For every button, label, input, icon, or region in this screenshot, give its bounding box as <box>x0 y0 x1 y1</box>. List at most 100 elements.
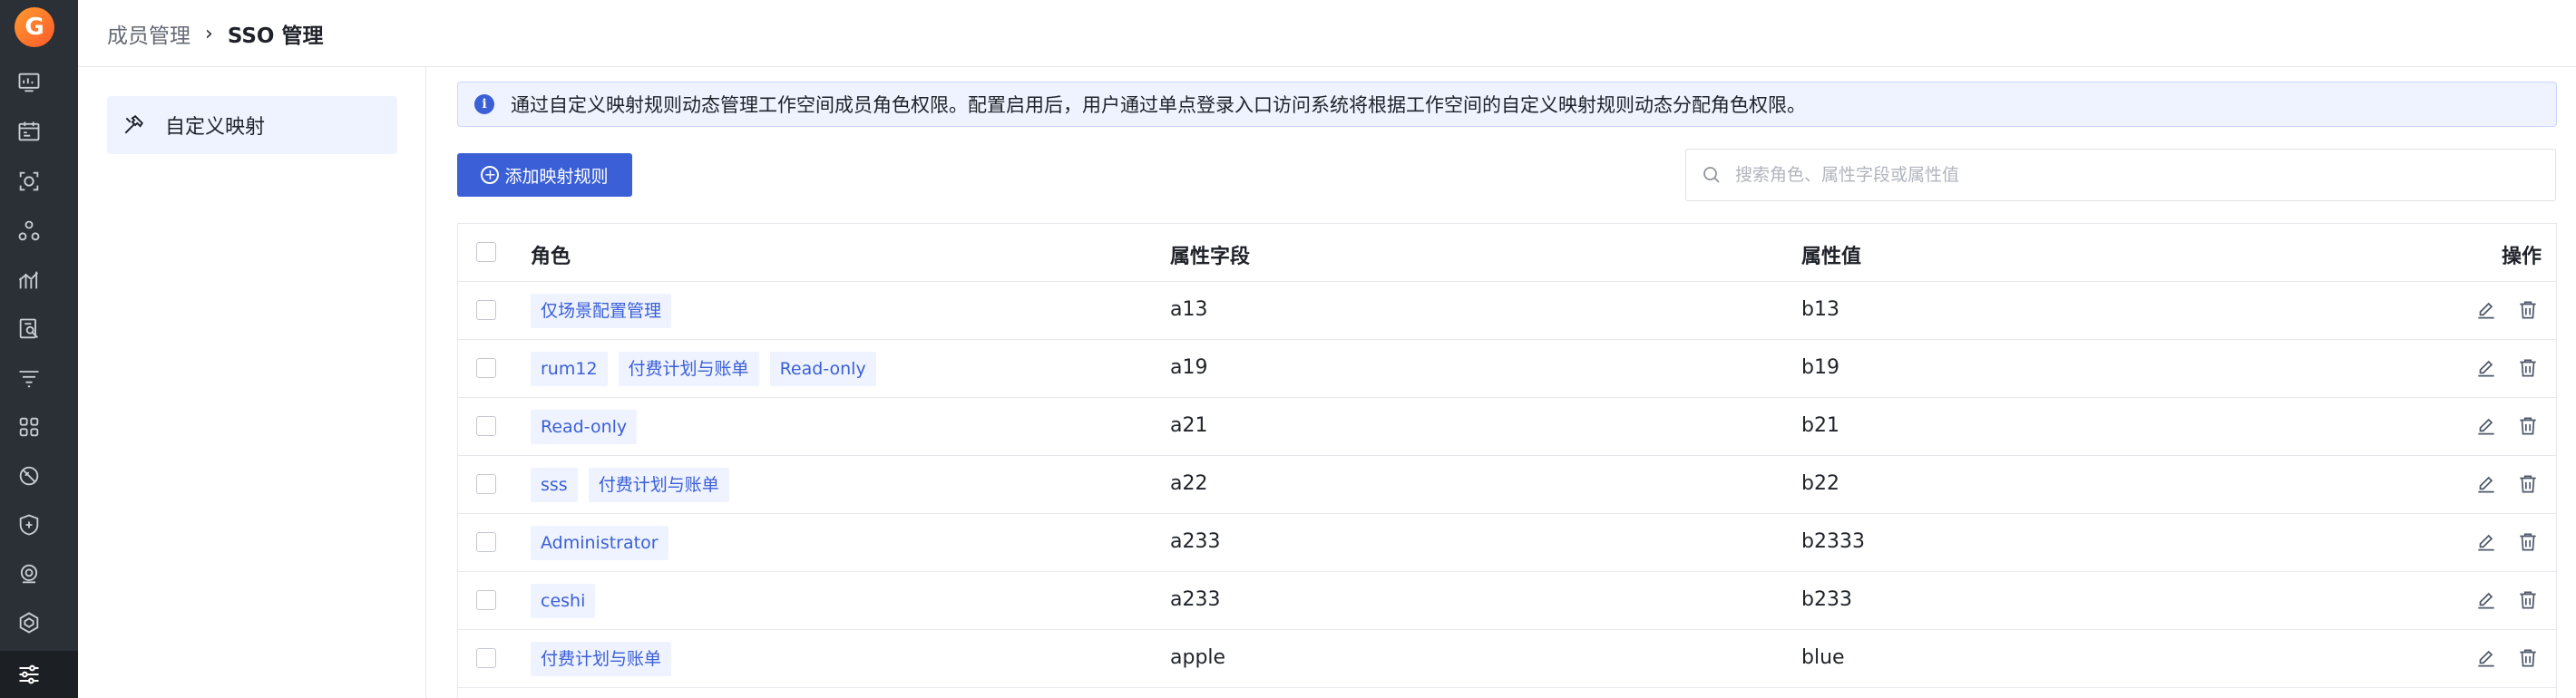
hammer-icon <box>124 114 144 134</box>
delete-icon[interactable] <box>2514 528 2542 556</box>
dashboard-icon[interactable] <box>15 69 43 96</box>
monitor-icon[interactable] <box>15 560 43 587</box>
attribute-field-cell: a21 <box>1170 414 1208 437</box>
table-row: rum12 付费计划与账单 Read-only a19 b19 <box>458 340 2556 398</box>
row-actions <box>2458 528 2542 556</box>
sub-navigation: 自定义映射 <box>78 67 426 698</box>
attribute-field-cell: apple <box>1170 646 1226 669</box>
cluster-icon[interactable] <box>15 218 43 245</box>
edit-icon[interactable] <box>2473 412 2500 440</box>
left-rail: G <box>0 0 78 698</box>
chart-icon[interactable] <box>15 267 43 294</box>
row-checkbox[interactable] <box>476 532 496 552</box>
row-checkbox[interactable] <box>476 300 496 320</box>
delete-icon[interactable] <box>2514 645 2542 672</box>
calendar-icon[interactable] <box>15 118 43 145</box>
column-header-value[interactable]: 属性值 <box>1801 240 1861 269</box>
settings-sliders-icon[interactable] <box>15 661 43 688</box>
scan-icon[interactable] <box>15 168 43 195</box>
page-header: 成员管理 › SSO 管理 <box>78 0 2576 67</box>
search-icon <box>1703 167 1720 183</box>
delete-icon[interactable] <box>2514 354 2542 382</box>
subnav-item-custom-mapping[interactable]: 自定义映射 <box>107 96 397 154</box>
row-actions <box>2458 296 2542 324</box>
edit-icon[interactable] <box>2473 528 2500 556</box>
apps-grid-icon[interactable] <box>15 413 43 441</box>
attribute-value-cell: b13 <box>1801 298 1839 321</box>
role-tag: ceshi <box>531 584 596 618</box>
table-header: 角色 属性字段 属性值 操作 <box>458 224 2556 282</box>
row-checkbox[interactable] <box>476 648 496 668</box>
column-header-role[interactable]: 角色 <box>531 240 571 269</box>
edit-icon[interactable] <box>2473 645 2500 672</box>
attribute-value-cell: b19 <box>1801 356 1839 379</box>
add-mapping-rule-button[interactable]: + 添加映射规则 <box>457 153 632 197</box>
table-row: Read-only a21 b21 <box>458 398 2556 456</box>
role-tag: 付费计划与账单 <box>588 468 729 502</box>
attribute-value-cell: b21 <box>1801 414 1839 437</box>
role-tag: Read-only <box>531 410 638 444</box>
role-tag: sss <box>531 468 578 502</box>
delete-icon[interactable] <box>2514 587 2542 614</box>
logo-letter: G <box>24 14 44 41</box>
table-row: 付费计划与账单 apple blue <box>458 630 2556 688</box>
row-actions <box>2458 587 2542 614</box>
role-tag: Read-only <box>769 352 876 386</box>
attribute-field-cell: a233 <box>1170 530 1221 553</box>
attribute-value-cell: b2333 <box>1801 530 1865 553</box>
role-tag: 付费计划与账单 <box>618 352 759 386</box>
security-shield-icon[interactable] <box>15 511 43 538</box>
info-icon: i <box>474 94 494 114</box>
row-checkbox[interactable] <box>476 358 496 378</box>
log-search-icon[interactable] <box>15 315 43 343</box>
select-all-checkbox[interactable] <box>476 242 496 262</box>
row-actions <box>2458 470 2542 498</box>
attribute-value-cell: blue <box>1801 646 1845 669</box>
edit-icon[interactable] <box>2473 587 2500 614</box>
breadcrumb-separator: › <box>205 22 213 45</box>
delete-icon[interactable] <box>2514 296 2542 324</box>
role-tag: 仅场景配置管理 <box>531 294 672 328</box>
role-tag: rum12 <box>531 352 608 386</box>
row-checkbox[interactable] <box>476 590 496 610</box>
main-content: i 通过自定义映射规则动态管理工作空间成员角色权限。配置启用后，用户通过单点登录… <box>426 67 2576 698</box>
role-tag: 付费计划与账单 <box>531 642 672 676</box>
table-row: sss 付费计划与账单 a22 b22 <box>458 456 2556 514</box>
search-input[interactable] <box>1735 165 2515 185</box>
edit-icon[interactable] <box>2473 296 2500 324</box>
attribute-value-cell: b233 <box>1801 588 1852 611</box>
role-tags: ceshi <box>531 584 606 618</box>
subnav-item-label: 自定义映射 <box>165 116 266 139</box>
role-tags: rum12 付费计划与账单 Read-only <box>531 352 887 386</box>
plus-circle-icon: + <box>481 166 500 184</box>
delete-icon[interactable] <box>2514 470 2542 498</box>
breadcrumb-current: SSO 管理 <box>227 24 324 48</box>
row-actions <box>2458 412 2542 440</box>
edit-icon[interactable] <box>2473 354 2500 382</box>
row-actions <box>2458 645 2542 672</box>
column-header-field[interactable]: 属性字段 <box>1170 240 1250 269</box>
attribute-field-cell: a233 <box>1170 588 1221 611</box>
role-tags: 仅场景配置管理 <box>531 294 682 328</box>
delete-icon[interactable] <box>2514 412 2542 440</box>
row-checkbox[interactable] <box>476 474 496 494</box>
filter-list-icon[interactable] <box>15 364 43 392</box>
role-tags: Read-only <box>531 410 648 444</box>
app-logo[interactable]: G <box>15 7 54 47</box>
edit-icon[interactable] <box>2473 470 2500 498</box>
hexagon-icon[interactable] <box>15 609 43 636</box>
column-header-actions: 操作 <box>2501 246 2542 268</box>
attribute-field-cell: a19 <box>1170 356 1208 379</box>
row-checkbox[interactable] <box>476 416 496 436</box>
add-mapping-rule-label: 添加映射规则 <box>504 166 609 187</box>
role-tags: Administrator <box>531 526 679 560</box>
table-row: Administrator a233 b2333 <box>458 514 2556 572</box>
search-box[interactable] <box>1685 149 2556 201</box>
table-row: 仅场景配置管理 a13 b13 <box>458 282 2556 340</box>
mapping-rules-table: 角色 属性字段 属性值 操作 仅场景配置管理 a13 b13 rum12 付费计划与账单… <box>457 223 2557 698</box>
table-row: ceshi a233 b233 <box>458 572 2556 630</box>
shield-slash-icon[interactable] <box>15 462 43 490</box>
breadcrumb-parent[interactable]: 成员管理 <box>107 18 190 49</box>
attribute-value-cell: b22 <box>1801 472 1839 495</box>
attribute-field-cell: a13 <box>1170 298 1208 321</box>
